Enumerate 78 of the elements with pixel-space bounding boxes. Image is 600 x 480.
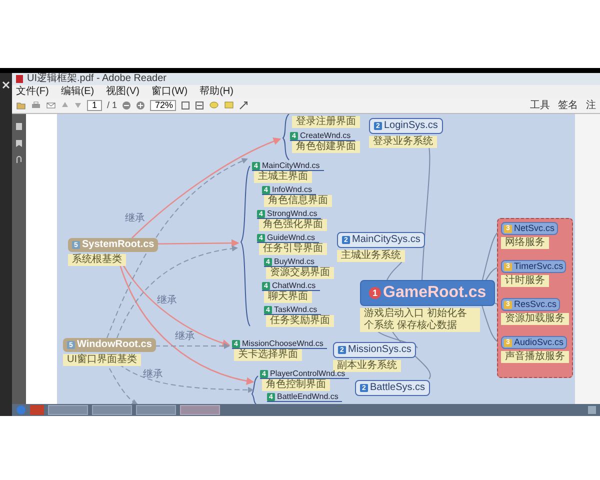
node-name: WindowRoot.cs: [77, 340, 152, 350]
zoom-in-icon[interactable]: [136, 101, 146, 110]
panel-tab[interactable]: 签名: [558, 100, 578, 110]
menu-item[interactable]: 窗口(W): [151, 86, 188, 96]
note-label: 角色创建界面: [292, 141, 360, 153]
window-title: UI逻辑框架.pdf - Adobe Reader: [27, 74, 167, 84]
page-number-field[interactable]: 1: [87, 100, 102, 111]
note-label: UI窗口界面基类: [63, 354, 141, 366]
node-name: SystemRoot.cs: [82, 240, 154, 250]
note-label: 任务引导界面: [259, 243, 327, 255]
number-badge: 1: [369, 287, 381, 299]
edge-label: 继承: [175, 332, 195, 342]
panel-tab[interactable]: 工具: [530, 100, 550, 110]
note-label: 主城主界面: [254, 171, 312, 183]
note-label: 声音播放服务: [501, 351, 569, 363]
node-name: BuyWnd.cs: [274, 258, 314, 266]
note-label: 主城业务系统: [337, 250, 405, 262]
page-count: / 1: [107, 101, 118, 110]
brace: [252, 376, 258, 404]
open-icon[interactable]: [16, 101, 26, 110]
comment-icon[interactable]: [209, 101, 220, 110]
note-label: 计时服务: [501, 275, 549, 287]
note-label: 登录业务系统: [369, 136, 437, 148]
node-name: GameRoot.cs: [383, 285, 486, 301]
note-label: 任务奖励界面: [266, 315, 334, 327]
print-icon[interactable]: [31, 101, 41, 110]
edge-label: 继承: [125, 214, 145, 224]
node-name: BattleEndWnd.cs: [277, 393, 338, 401]
node-name: MainCityWnd.cs: [262, 162, 320, 170]
brace: [282, 114, 290, 160]
note-label: 资源交易界面: [266, 267, 334, 279]
node-name: MissionSys.cs: [348, 345, 412, 355]
note-label: 角色强化界面: [259, 219, 327, 231]
note-label: 关卡选择界面: [234, 349, 302, 361]
connector-line: [386, 260, 402, 280]
fit-width-icon[interactable]: [195, 101, 204, 110]
zoom-out-icon[interactable]: [122, 101, 132, 110]
node-name: PlayerControlWnd.cs: [270, 370, 346, 378]
node-name: ChatWnd.cs: [272, 282, 316, 290]
menu-item[interactable]: 文件(F): [16, 86, 49, 96]
note-label: 聊天界面: [264, 291, 312, 303]
note-label: 角色控制界面: [262, 379, 330, 391]
note-label: 网络服务: [501, 237, 549, 249]
node-name: MainCitySys.cs: [352, 235, 420, 245]
node-name: GuideWnd.cs: [267, 234, 316, 242]
zoom-field[interactable]: 72%: [150, 100, 176, 111]
node-name: StrongWnd.cs: [267, 210, 318, 218]
edge-label: 继承: [157, 296, 177, 306]
menu-item[interactable]: 视图(V): [106, 86, 140, 96]
menu-item[interactable]: 帮助(H): [200, 86, 234, 96]
up-arrow-icon[interactable]: [61, 101, 69, 110]
fit-page-icon[interactable]: [181, 101, 190, 110]
node-name: MissionChooseWnd.cs: [242, 340, 324, 348]
edge-label: 继承: [143, 370, 163, 380]
note-label: 登录注册界面: [292, 116, 360, 128]
node-name: BattleSys.cs: [370, 383, 426, 393]
down-arrow-icon[interactable]: [74, 101, 82, 110]
pages-icon[interactable]: [15, 122, 23, 131]
app-icon: [16, 75, 23, 83]
highlight-icon[interactable]: [224, 101, 234, 110]
node-name: ResSvc.cs: [514, 300, 557, 309]
node-name: TaskWnd.cs: [274, 306, 318, 314]
node-name: InfoWnd.cs: [272, 186, 312, 194]
expand-icon[interactable]: [239, 101, 248, 110]
node-name: AudioSvc.cs: [514, 338, 564, 347]
start-icon[interactable]: [16, 405, 26, 415]
panel-tab[interactable]: 注: [586, 100, 596, 110]
note-label: 资源加载服务: [501, 313, 569, 325]
bookmark-icon[interactable]: [15, 139, 23, 148]
node-name: TimerSvc.cs: [514, 262, 564, 271]
node-name: CreateWnd.cs: [300, 132, 351, 140]
node-name: NetSvc.cs: [514, 224, 555, 233]
note-label: 游戏启动入口 初始化各个系统 保存核心数据: [360, 308, 480, 332]
note-label: 系统根基类: [68, 254, 126, 266]
mail-icon[interactable]: [46, 101, 56, 110]
node-name: LoginSys.cs: [384, 121, 438, 131]
note-label: 角色信息界面: [264, 195, 332, 207]
menu-item[interactable]: 编辑(E): [60, 86, 94, 96]
